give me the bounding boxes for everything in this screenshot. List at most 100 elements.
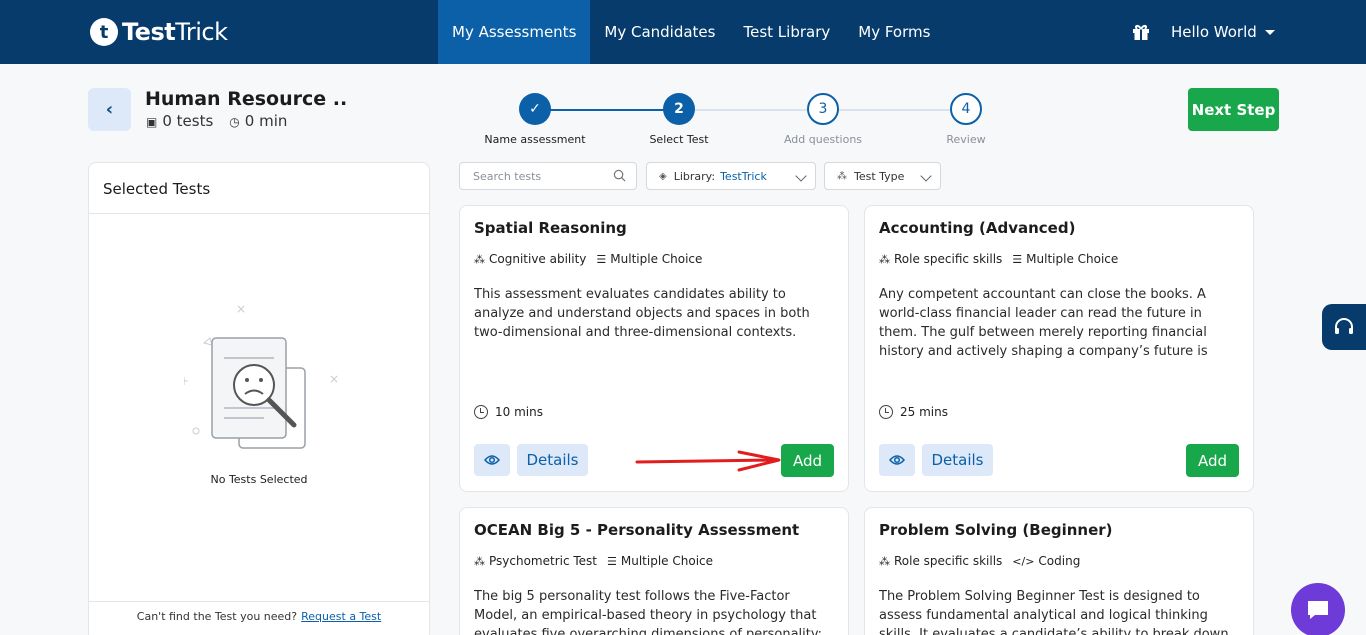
selected-tests-panel: Selected Tests × × + No Tests Selected C… bbox=[88, 162, 430, 635]
no-tests-selected-text: No Tests Selected bbox=[210, 473, 308, 486]
test-format: ☰ Multiple Choice bbox=[596, 252, 703, 266]
request-test-link[interactable]: Request a Test bbox=[301, 610, 381, 623]
assessment-title: Human Resource .. bbox=[145, 88, 348, 110]
document-icon: ▣ bbox=[146, 115, 158, 129]
test-card-tags: ⁂ Role specific skills </> Coding bbox=[879, 554, 1080, 568]
nav-test-library[interactable]: Test Library bbox=[729, 0, 844, 64]
empty-state-illustration: × × + bbox=[184, 302, 339, 449]
headset-icon bbox=[1335, 318, 1353, 334]
user-menu[interactable]: Hello World bbox=[1131, 20, 1275, 44]
nav-my-candidates[interactable]: My Candidates bbox=[590, 0, 729, 64]
testtrick-logo[interactable]: t TestTrick bbox=[90, 16, 228, 48]
step-1-check-icon[interactable]: ✓ bbox=[519, 93, 551, 125]
add-test-button[interactable]: Add bbox=[781, 444, 834, 477]
code-icon: </> bbox=[1012, 555, 1035, 568]
nav-my-assessments[interactable]: My Assessments bbox=[438, 0, 591, 64]
category-icon: ⁂ bbox=[879, 555, 890, 568]
assessment-meta: ▣ 0 tests ◷ 0 min bbox=[146, 112, 287, 130]
test-category: ⁂ Cognitive ability bbox=[474, 252, 587, 266]
user-name[interactable]: Hello World bbox=[1171, 23, 1257, 41]
library-filter-dropdown[interactable]: ◈ Library: TestTrick bbox=[646, 162, 816, 190]
next-step-button[interactable]: Next Step bbox=[1188, 88, 1279, 131]
support-widget[interactable] bbox=[1322, 304, 1366, 350]
chat-icon bbox=[1308, 601, 1328, 619]
test-card: Spatial Reasoning ⁂ Cognitive ability ☰ Mu… bbox=[459, 205, 849, 492]
test-category: ⁂ Psychometric Test bbox=[474, 554, 598, 568]
test-card-description: The big 5 personality test follows the F… bbox=[474, 589, 823, 635]
step-4-label: Review bbox=[946, 133, 986, 146]
svg-text:×: × bbox=[236, 302, 246, 316]
list-icon: ☰ bbox=[607, 555, 617, 568]
test-type-filter-dropdown[interactable]: ⁂ Test Type bbox=[824, 162, 941, 190]
assessment-duration: ◷ 0 min bbox=[229, 112, 288, 130]
test-card-title: OCEAN Big 5 - Personality Assessment bbox=[474, 521, 800, 539]
clock-icon bbox=[879, 405, 893, 419]
step-connector bbox=[695, 109, 807, 111]
selected-tests-heading: Selected Tests bbox=[89, 163, 429, 214]
category-icon: ⁂ bbox=[474, 555, 485, 568]
annotation-arrow-icon bbox=[635, 450, 781, 472]
svg-text:×: × bbox=[329, 372, 339, 386]
library-label: Library: bbox=[673, 169, 716, 183]
step-connector bbox=[838, 109, 950, 111]
back-button[interactable]: ‹ bbox=[88, 88, 131, 131]
step-1-label: Name assessment bbox=[484, 133, 586, 146]
details-button[interactable]: Details bbox=[517, 444, 588, 476]
eye-icon bbox=[484, 455, 500, 465]
test-duration: 25 mins bbox=[879, 405, 948, 419]
test-card-title: Problem Solving (Beginner) bbox=[879, 521, 1113, 539]
test-card-tags: ⁂ Role specific skills ☰ Multiple Choice bbox=[879, 252, 1118, 266]
category-icon: ⁂ bbox=[837, 170, 847, 182]
clock-icon bbox=[474, 405, 488, 419]
list-icon: ☰ bbox=[596, 253, 607, 266]
eye-icon bbox=[889, 455, 905, 465]
test-card-tags: ⁂ Psychometric Test ☰ Multiple Choice bbox=[474, 554, 713, 568]
step-connector-done bbox=[535, 109, 679, 111]
step-4-circle[interactable]: 4 bbox=[950, 93, 982, 125]
test-format: ☰ Multiple Choice bbox=[1012, 252, 1119, 266]
step-3-label: Add questions bbox=[783, 133, 863, 146]
step-2-label: Select Test bbox=[649, 133, 709, 146]
chevron-left-icon: ‹ bbox=[105, 99, 114, 120]
search-icon[interactable] bbox=[613, 169, 626, 182]
test-card-description: This assessment evaluates candidates abi… bbox=[474, 287, 810, 340]
chat-launcher-button[interactable] bbox=[1291, 583, 1345, 635]
test-card: Accounting (Advanced) ⁂ Role specific ski… bbox=[864, 205, 1254, 492]
timer-icon: ◷ bbox=[229, 115, 240, 129]
test-card-description: Any competent accountant can close the b… bbox=[879, 287, 1208, 359]
step-3-circle[interactable]: 3 bbox=[807, 93, 839, 125]
progress-stepper: ✓ 2 3 4 Name assessment Select Test Add … bbox=[470, 92, 1010, 152]
test-card-title: Spatial Reasoning bbox=[474, 219, 627, 237]
details-button[interactable]: Details bbox=[922, 444, 993, 476]
test-category: ⁂ Role specific skills bbox=[879, 252, 1003, 266]
search-placeholder: Search tests bbox=[473, 170, 542, 183]
logo-text: TestTrick bbox=[122, 18, 228, 46]
preview-button[interactable] bbox=[879, 444, 915, 476]
list-icon: ☰ bbox=[1012, 253, 1023, 266]
test-type-label: Test Type bbox=[854, 169, 905, 183]
gift-icon[interactable] bbox=[1131, 22, 1151, 42]
svg-text:+: + bbox=[184, 374, 189, 388]
library-value: TestTrick bbox=[720, 169, 767, 183]
main-nav: My Assessments My Candidates Test Librar… bbox=[438, 0, 944, 64]
caret-down-icon[interactable] bbox=[1264, 29, 1275, 35]
test-category: ⁂ Role specific skills bbox=[879, 554, 1003, 568]
test-card-description: The Problem Solving Beginner Test is des… bbox=[879, 589, 1229, 635]
add-test-button[interactable]: Add bbox=[1186, 444, 1239, 477]
search-tests-input[interactable]: Search tests bbox=[459, 162, 637, 190]
test-card-tags: ⁂ Cognitive ability ☰ Multiple Choice bbox=[474, 252, 702, 266]
layers-icon: ◈ bbox=[659, 170, 667, 182]
request-test-prompt: Can't find the Test you need? bbox=[136, 610, 298, 623]
category-icon: ⁂ bbox=[879, 253, 890, 266]
test-card: Problem Solving (Beginner) ⁂ Role specifi… bbox=[864, 507, 1254, 635]
nav-my-forms[interactable]: My Forms bbox=[844, 0, 944, 64]
tests-count: ▣ 0 tests bbox=[146, 112, 214, 130]
test-card-title: Accounting (Advanced) bbox=[879, 219, 1076, 237]
step-2-circle[interactable]: 2 bbox=[663, 93, 695, 125]
test-format: ☰ Multiple Choice bbox=[607, 554, 714, 568]
chevron-down-icon bbox=[795, 170, 807, 182]
test-duration: 10 mins bbox=[474, 405, 543, 419]
preview-button[interactable] bbox=[474, 444, 510, 476]
category-icon: ⁂ bbox=[474, 253, 485, 266]
test-format: </> Coding bbox=[1012, 554, 1081, 568]
